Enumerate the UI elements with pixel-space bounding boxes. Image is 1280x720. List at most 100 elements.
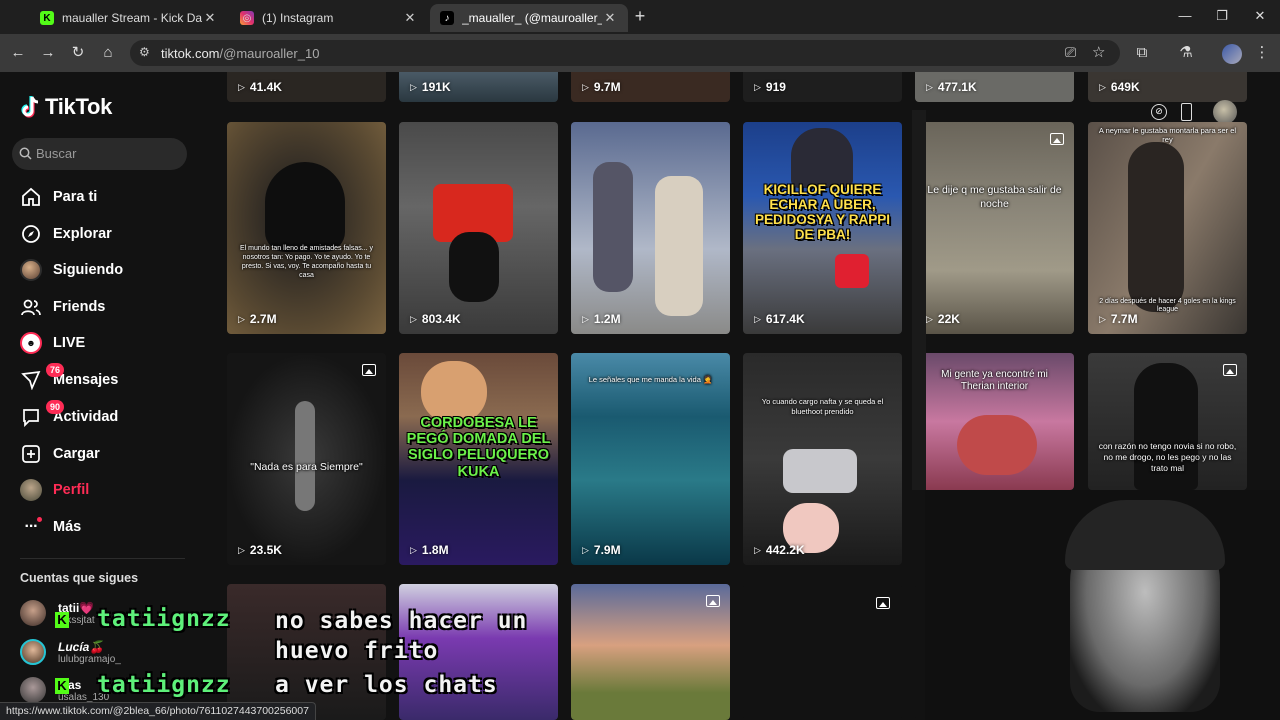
reload-button[interactable]: ↻ — [68, 43, 88, 63]
video-card[interactable]: ▷ 477.1K — [915, 72, 1074, 102]
profile-avatar-icon[interactable] — [1222, 44, 1242, 64]
view-count: 41.4K — [249, 80, 282, 94]
tab-tiktok[interactable]: ♪ _maualler_ (@mauroaller_10) | T ✕ — [430, 4, 628, 32]
tiktok-logo-icon — [21, 96, 39, 118]
kick-icon: K — [55, 612, 69, 628]
video-thumbnail — [265, 162, 345, 252]
phone-icon[interactable] — [1181, 103, 1192, 121]
url-path: /@mauroaller_10 — [219, 46, 320, 61]
kick-icon: K — [55, 678, 69, 694]
address-bar[interactable]: ⚙ tiktok.com/@mauroaller_10 ⎚ ☆ — [130, 40, 1120, 66]
video-card[interactable]: ▷ 41.4K — [227, 72, 386, 102]
play-icon: ▷ — [410, 313, 417, 324]
video-thumbnail — [791, 128, 853, 188]
activity-icon — [20, 406, 42, 428]
nav-live[interactable]: ☻ LIVE — [20, 328, 85, 358]
compass-icon — [20, 223, 42, 245]
view-count: 442.2K — [765, 543, 805, 557]
profile-avatar-icon — [20, 479, 42, 501]
install-app-icon[interactable]: ⎚ — [1065, 44, 1076, 61]
video-card[interactable]: KICILLOF QUIERE ECHAR A UBER, PEDIDOSYA … — [743, 122, 902, 334]
link-status-bar: https://www.tiktok.com/@2blea_66/photo/7… — [0, 702, 316, 720]
video-card[interactable]: Mi gente ya encontré mi Therian interior — [915, 353, 1074, 490]
view-count: 1.2M — [593, 312, 621, 326]
video-card[interactable]: CORDOBESA LE PEGÓ DOMADA DEL SIGLO PELUQ… — [399, 353, 558, 565]
search-placeholder: Buscar — [36, 146, 77, 161]
tab-instagram[interactable]: ◎ (1) Instagram ✕ — [230, 4, 428, 32]
nav-actividad[interactable]: 90 Actividad — [20, 400, 118, 432]
video-caption: con razón no tengo novia si no robo, no … — [1098, 441, 1237, 474]
play-icon: ▷ — [926, 81, 933, 92]
search-input[interactable]: Buscar — [12, 138, 187, 170]
play-icon: ▷ — [1099, 313, 1106, 324]
back-button[interactable]: ← — [8, 43, 28, 63]
video-card[interactable]: Le dije q me gustaba salir de noche ▷ 22K — [915, 122, 1074, 334]
video-card[interactable]: "Nada es para Siempre" ▷ 23.5K — [227, 353, 386, 565]
home-button[interactable]: ⌂ — [98, 43, 118, 63]
activity-badge: 90 — [46, 400, 64, 414]
video-thumbnail — [593, 162, 633, 292]
view-count: 191K — [421, 80, 451, 94]
video-card[interactable] — [571, 584, 730, 720]
extensions-icon[interactable]: ⧉ — [1132, 43, 1152, 63]
following-account[interactable]: Lucía🍒 lulubgramajo_ — [20, 639, 121, 665]
new-tab-button[interactable]: + — [630, 6, 650, 26]
video-card[interactable]: Yo cuando cargo nafta y se queda el blue… — [743, 353, 902, 565]
play-icon: ▷ — [1099, 81, 1106, 92]
nav-label: Explorar — [53, 226, 112, 242]
avatar — [20, 600, 46, 626]
video-card[interactable]: Le señales que me manda la vida 🤦 ▷ 7.9M — [571, 353, 730, 565]
nav-explorar[interactable]: Explorar — [20, 219, 112, 249]
video-card[interactable]: ▷ 919 — [743, 72, 902, 102]
nav-mas[interactable]: ··· Más — [20, 512, 81, 542]
browser-labs-icon[interactable]: ⚗ — [1176, 43, 1196, 63]
close-icon[interactable]: ✕ — [602, 10, 618, 26]
close-icon[interactable]: ✕ — [402, 10, 418, 26]
view-count: 7.7M — [1110, 312, 1138, 326]
browser-menu-icon[interactable]: ⋮ — [1252, 43, 1272, 63]
profile-avatar-icon[interactable] — [1213, 100, 1237, 124]
bookmark-star-icon[interactable]: ☆ — [1092, 43, 1105, 61]
view-count: 919 — [765, 80, 786, 94]
video-thumbnail — [295, 401, 315, 511]
window-close-button[interactable]: ✕ — [1250, 8, 1270, 24]
view-count: 649K — [1110, 80, 1140, 94]
video-thumbnail — [421, 361, 487, 423]
tab-kick-dashboard[interactable]: K maualler Stream - Kick Dashbo ✕ — [30, 4, 228, 32]
view-count: 617.4K — [765, 312, 805, 326]
minimize-button[interactable]: — — [1175, 8, 1195, 23]
nav-label: Friends — [53, 299, 106, 315]
video-card[interactable]: con razón no tengo novia si no robo, no … — [1088, 353, 1247, 490]
nav-siguiendo[interactable]: Siguiendo — [20, 255, 123, 285]
nav-cargar[interactable]: Cargar — [20, 439, 100, 469]
avatar — [20, 677, 46, 703]
nav-friends[interactable]: Friends — [20, 292, 105, 322]
play-icon: ▷ — [238, 313, 245, 324]
video-thumbnail — [957, 415, 1037, 475]
maximize-button[interactable]: ❐ — [1212, 8, 1232, 24]
play-icon: ▷ — [582, 81, 589, 92]
video-card[interactable]: ▷ 803.4K — [399, 122, 558, 334]
video-caption: El mundo tan lleno de amistades falsas..… — [239, 245, 374, 280]
forward-button[interactable]: → — [38, 43, 58, 63]
site-info-icon[interactable]: ⚙ — [139, 45, 150, 59]
video-thumbnail — [783, 449, 857, 493]
video-card[interactable]: ▷ 9.7M — [571, 72, 730, 102]
compass-icon[interactable]: ⊘ — [1151, 104, 1167, 120]
nav-mensajes[interactable]: 76 Mensajes — [20, 363, 118, 395]
view-count: 22K — [937, 312, 960, 326]
tiktok-logo[interactable]: TikTok — [20, 94, 112, 120]
close-icon[interactable]: ✕ — [202, 10, 218, 26]
play-icon: ▷ — [754, 81, 761, 92]
video-card[interactable]: ▷ 191K — [399, 72, 558, 102]
video-card[interactable]: ▷ 649K — [1088, 72, 1247, 102]
video-card[interactable]: A neymar le gustaba montarla para ser el… — [1088, 122, 1247, 334]
play-icon: ▷ — [238, 81, 245, 92]
play-icon: ▷ — [582, 313, 589, 324]
video-card[interactable]: ▷ 1.2M — [571, 122, 730, 334]
nav-para-ti[interactable]: Para ti — [20, 182, 97, 212]
view-count: 2.7M — [249, 312, 277, 326]
nav-perfil[interactable]: Perfil — [20, 475, 89, 505]
view-count: 1.8M — [421, 543, 449, 557]
video-card[interactable]: El mundo tan lleno de amistades falsas..… — [227, 122, 386, 334]
